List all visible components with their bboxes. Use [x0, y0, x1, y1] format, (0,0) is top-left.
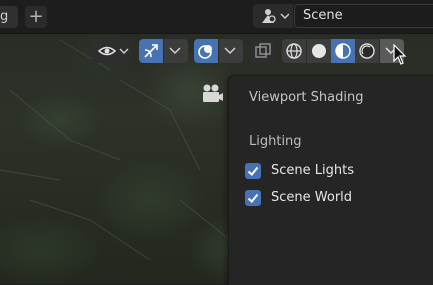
- checkmark-icon: [247, 166, 259, 176]
- scene-selector-button[interactable]: [253, 4, 293, 28]
- overlay-icon: [198, 45, 212, 59]
- rendered-shading-icon: [359, 43, 375, 59]
- scene-lights-checkbox[interactable]: [245, 163, 261, 179]
- checkmark-icon: [247, 193, 259, 203]
- visibility-eye-icon: [98, 46, 129, 56]
- scene-world-label: Scene World: [271, 190, 353, 205]
- workspace-tab[interactable]: g: [0, 6, 18, 28]
- camera-icon: [203, 84, 223, 102]
- popover-title: Viewport Shading: [249, 90, 364, 105]
- gizmo-toggle-button[interactable]: [139, 39, 163, 63]
- solid-shading-button[interactable]: [307, 39, 331, 63]
- lighting-section-label: Lighting: [249, 134, 302, 149]
- xray-icon: [255, 43, 271, 58]
- chevron-down-icon: [169, 47, 181, 55]
- material-shading-icon: [335, 43, 351, 59]
- top-bar: g + Scene: [0, 0, 433, 34]
- overlay-dropdown-button[interactable]: [219, 39, 243, 63]
- viewport-shading-popover: Viewport Shading Lighting Scene Lights S…: [228, 75, 433, 285]
- gizmo-dropdown-button[interactable]: [164, 39, 188, 63]
- wireframe-shading-icon: [286, 43, 302, 59]
- add-workspace-button[interactable]: +: [25, 6, 47, 28]
- scene-world-checkbox[interactable]: [245, 190, 261, 206]
- rendered-shading-button[interactable]: [355, 39, 379, 63]
- gizmo-icon: [144, 44, 158, 58]
- visibility-button[interactable]: [92, 39, 132, 63]
- mouse-cursor-icon: [393, 44, 407, 65]
- material-shading-button[interactable]: [331, 39, 355, 63]
- chevron-down-icon: [224, 47, 236, 55]
- scene-lights-label: Scene Lights: [271, 163, 354, 178]
- overlay-toggle-button[interactable]: [194, 39, 218, 63]
- wireframe-shading-button[interactable]: [282, 39, 306, 63]
- xray-button[interactable]: [251, 39, 275, 63]
- solid-shading-icon: [312, 44, 326, 58]
- chevron-down-icon: [280, 13, 289, 19]
- scene-icon: [262, 9, 289, 23]
- scene-name-field[interactable]: Scene: [294, 4, 433, 28]
